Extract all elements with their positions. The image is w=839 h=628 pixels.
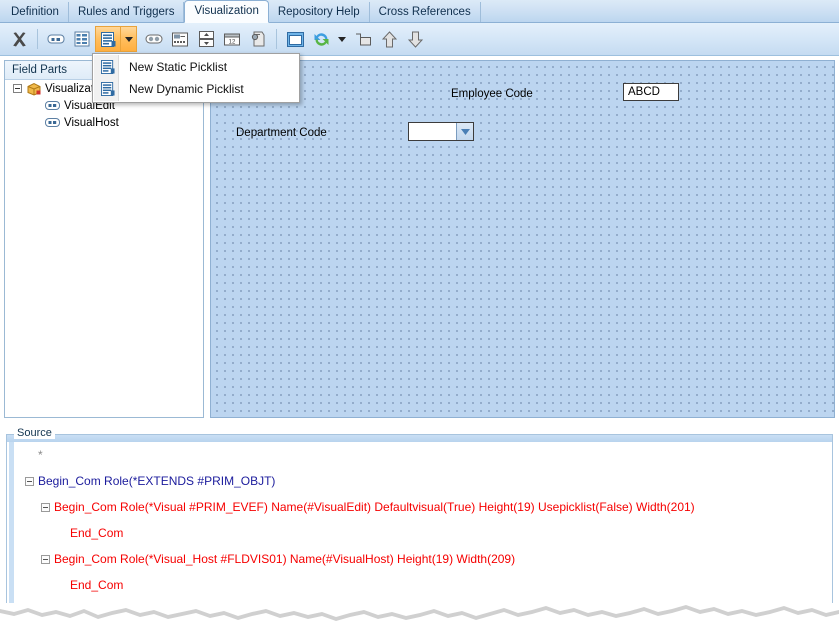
prompter-icon <box>251 31 265 47</box>
torn-edge-graphic <box>0 603 839 625</box>
new-spinner-button[interactable] <box>193 26 219 52</box>
tree-expander[interactable] <box>13 84 22 93</box>
source-line[interactable]: * <box>7 442 832 468</box>
canvas-combo-value <box>409 123 456 140</box>
tab-bar: DefinitionRules and TriggersVisualizatio… <box>0 0 839 23</box>
source-line[interactable]: Begin_Com Role(*Visual_Host #FLDVIS01) N… <box>7 546 832 572</box>
refresh-button[interactable] <box>308 26 334 52</box>
picklist-icon <box>97 80 119 98</box>
source-fold-toggle[interactable] <box>41 503 50 512</box>
arrow-up-icon <box>382 31 397 48</box>
canvas-combo-dropdown-button[interactable] <box>456 123 473 140</box>
window-preview-icon <box>287 32 304 47</box>
new-prompt-button[interactable] <box>245 26 271 52</box>
source-titlebar <box>7 435 832 442</box>
toolbar-separator-2 <box>276 29 277 49</box>
source-legend-label: Source <box>14 427 55 439</box>
canvas-field-label[interactable]: Department Code <box>236 127 327 139</box>
new-grid-button[interactable] <box>69 26 95 52</box>
arrow-down-icon <box>408 31 423 48</box>
svg-text:12: 12 <box>229 39 236 45</box>
source-fold-toggle[interactable] <box>41 555 50 564</box>
layout-button[interactable] <box>350 26 376 52</box>
source-line-text: End_Com <box>70 578 123 592</box>
chevron-down-icon <box>338 37 346 42</box>
source-code-area[interactable]: * Begin_Com Role(*EXTENDS #PRIM_OBJT) Begi… <box>7 442 832 613</box>
field-icon <box>45 100 60 111</box>
picklist-icon <box>97 58 119 76</box>
source-line-text: Begin_Com Role(*EXTENDS #PRIM_OBJT) <box>38 474 275 488</box>
new-picklist-dropdown-arrow[interactable] <box>121 26 137 52</box>
checkbox-icon <box>145 33 163 45</box>
canvas-picklist-combo[interactable] <box>408 122 474 141</box>
new-panel-button[interactable] <box>167 26 193 52</box>
calendar-icon: 12 <box>224 32 240 47</box>
move-down-button[interactable] <box>402 26 428 52</box>
source-lines: * Begin_Com Role(*EXTENDS #PRIM_OBJT) Begi… <box>7 442 832 613</box>
source-line[interactable]: End_Com <box>7 520 832 546</box>
source-line-text: Begin_Com Role(*Visual_Host #FLDVIS01) N… <box>54 552 515 566</box>
source-line[interactable]: End_Com <box>7 572 832 598</box>
spinner-icon <box>199 31 214 47</box>
source-panel: Source * Begin_Com Role(*EXTENDS #PRIM_OB… <box>6 428 833 614</box>
tab-definition[interactable]: Definition <box>2 2 69 22</box>
field-icon <box>45 117 60 128</box>
picklist-dropdown-menu[interactable]: New Static Picklist New Dynamic Picklist <box>92 53 300 103</box>
source-line-text: * <box>38 448 43 462</box>
chevron-down-icon <box>461 129 470 135</box>
toolbar-separator-1 <box>37 29 38 49</box>
preview-button[interactable] <box>282 26 308 52</box>
menu-item-new-static-picklist[interactable]: New Static Picklist <box>93 56 299 78</box>
grid-icon <box>74 31 90 47</box>
source-line-text: End_Com <box>70 526 123 540</box>
toolbar: 12 <box>0 23 839 56</box>
design-canvas[interactable]: Employee Code ABCD Department Code <box>210 60 835 418</box>
menu-item-new-dynamic-picklist[interactable]: New Dynamic Picklist <box>93 78 299 100</box>
new-calendar-button[interactable]: 12 <box>219 26 245 52</box>
tab-repository-help[interactable]: Repository Help <box>269 2 370 22</box>
field-parts-panel: Field Parts VisualizationVisualEditVisua… <box>4 60 204 418</box>
move-up-button[interactable] <box>376 26 402 52</box>
new-field-button[interactable] <box>43 26 69 52</box>
refresh-dropdown-arrow[interactable] <box>334 26 350 52</box>
torn-bottom-edge <box>0 603 839 625</box>
new-picklist-button[interactable] <box>95 26 121 52</box>
source-line[interactable]: Begin_Com Role(*Visual #PRIM_EVEF) Name(… <box>7 494 832 520</box>
package-icon <box>27 82 41 96</box>
source-line[interactable]: Begin_Com Role(*EXTENDS #PRIM_OBJT) <box>7 468 832 494</box>
tree-item-visualhost[interactable]: VisualHost <box>5 114 203 131</box>
delete-button[interactable] <box>6 26 32 52</box>
layout-icon <box>355 33 371 46</box>
tree-item-label: VisualHost <box>64 117 119 129</box>
picklist-icon <box>101 32 116 47</box>
x-mark-icon <box>11 31 28 48</box>
source-line-text: Begin_Com Role(*Visual #PRIM_EVEF) Name(… <box>54 500 695 514</box>
menu-item-label: New Static Picklist <box>129 60 227 74</box>
text-field-icon <box>47 32 65 46</box>
new-checkbox-button[interactable] <box>141 26 167 52</box>
refresh-icon <box>313 31 330 48</box>
panel-icon <box>172 32 188 47</box>
canvas-text-input[interactable]: ABCD <box>623 83 679 101</box>
source-fold-toggle[interactable] <box>25 477 34 486</box>
picklist-menu-items: New Static Picklist New Dynamic Picklist <box>93 56 299 100</box>
tab-visualization[interactable]: Visualization <box>184 0 268 23</box>
menu-item-label: New Dynamic Picklist <box>129 82 244 96</box>
tab-rules-and-triggers[interactable]: Rules and Triggers <box>69 2 185 22</box>
canvas-field-label[interactable]: Employee Code <box>451 88 533 100</box>
chevron-down-icon <box>125 37 133 42</box>
tab-cross-references[interactable]: Cross References <box>370 2 481 22</box>
